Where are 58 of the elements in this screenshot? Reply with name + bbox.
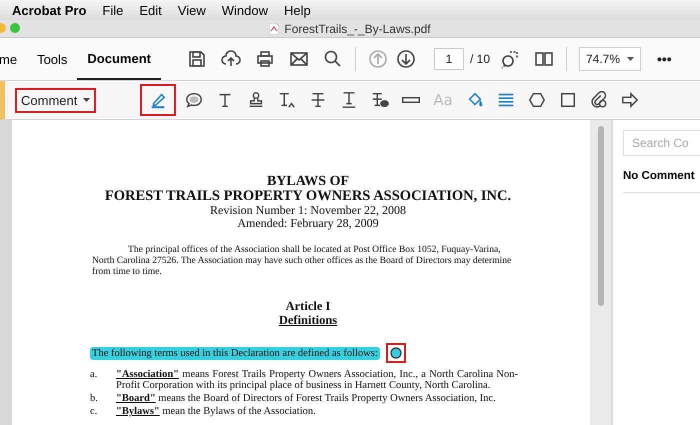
menu-item[interactable]: File — [102, 2, 124, 18]
article-heading: Article I — [284, 299, 332, 313]
definition-text: "Board" means the Board of Directors of Forest Trails Property Owners Association, Inc. — [116, 393, 497, 404]
page-number-field[interactable]: 1 — [434, 48, 464, 70]
search-icon — [322, 49, 343, 69]
more-menu[interactable]: ••• — [657, 51, 672, 67]
list-marker: a. — [90, 369, 98, 382]
printer-icon — [254, 49, 275, 69]
window-title: ForestTrails_-_By-Laws.pdf — [284, 22, 431, 36]
scrollbar-thumb[interactable] — [598, 126, 604, 306]
highlighter-icon — [149, 91, 168, 109]
strikethrough-icon — [309, 91, 328, 109]
stamp-icon — [247, 91, 266, 109]
caret-icon — [627, 57, 634, 61]
arrow-icon — [620, 91, 639, 109]
save-icon — [186, 49, 207, 69]
text-insert-icon — [278, 91, 296, 109]
highlighted-sentence: The following terms used in this Declaration are defined as follows: — [90, 346, 380, 360]
highlight-tool[interactable] — [140, 84, 176, 116]
pdf-file-icon — [269, 22, 280, 34]
document-title: BYLAWS OF — [266, 174, 350, 189]
lines-icon — [496, 91, 515, 109]
down-page-button[interactable] — [396, 49, 416, 69]
zoom-marquee-icon — [500, 49, 520, 69]
bar-icon — [402, 97, 420, 103]
comment-dropdown[interactable]: Comment — [15, 88, 96, 112]
text-replace-icon — [371, 91, 390, 109]
page-total: / 10 — [470, 52, 490, 66]
square-icon — [558, 91, 577, 109]
document-subtitle: FOREST TRAILS PROPERTY OWNERS ASSOCIATION, INC. — [104, 189, 512, 204]
article-title: Definitions — [278, 313, 338, 327]
comment-marker[interactable] — [386, 343, 406, 363]
amended-line: Amended: February 28, 2009 — [236, 217, 380, 230]
zoom-dropdown[interactable]: 74.7% — [579, 47, 641, 71]
list-marker: b. — [90, 393, 99, 404]
paperclip-icon — [590, 91, 608, 109]
speech-bubble-icon — [185, 91, 204, 109]
two-page-icon — [534, 49, 554, 69]
empty-message: No Comment — [623, 170, 700, 193]
cloud-upload-icon — [220, 49, 241, 69]
app-menu[interactable]: Acrobat Pro — [12, 2, 86, 18]
revision-line: Revision Number 1: November 22, 2008 — [209, 204, 407, 217]
menu-item[interactable]: Window — [222, 2, 268, 18]
definition-text: "Bylaws" mean the Bylaws of the Association. — [116, 406, 317, 417]
caret-icon — [83, 98, 90, 102]
menu-item[interactable]: View — [178, 2, 206, 18]
hexagon-icon — [528, 91, 546, 109]
paint-bucket-icon — [466, 91, 484, 109]
menu-item[interactable]: Edit — [139, 2, 162, 18]
underline-icon — [340, 91, 358, 109]
list-marker: c. — [90, 406, 98, 417]
intro-paragraph: The principal offices of the Association shall be located at Post Office Box 1052, Fuquay-Varina, North Carolina 27526. The Association may have such other offices as the Board of Directors may determine from time to time. — [92, 244, 512, 277]
menu-item[interactable]: Help — [284, 2, 311, 18]
tab[interactable]: Tools — [27, 38, 78, 80]
search-field[interactable]: Search Co — [623, 130, 700, 156]
tab[interactable]: me — [0, 38, 28, 80]
definition-text: "Association" means Forest Trails Property Owners Association, Inc., a North Carolina Non-Profit Corporation with its principal place of business in Harnett County, North Carolina. — [116, 369, 518, 391]
mail-icon — [288, 49, 309, 69]
